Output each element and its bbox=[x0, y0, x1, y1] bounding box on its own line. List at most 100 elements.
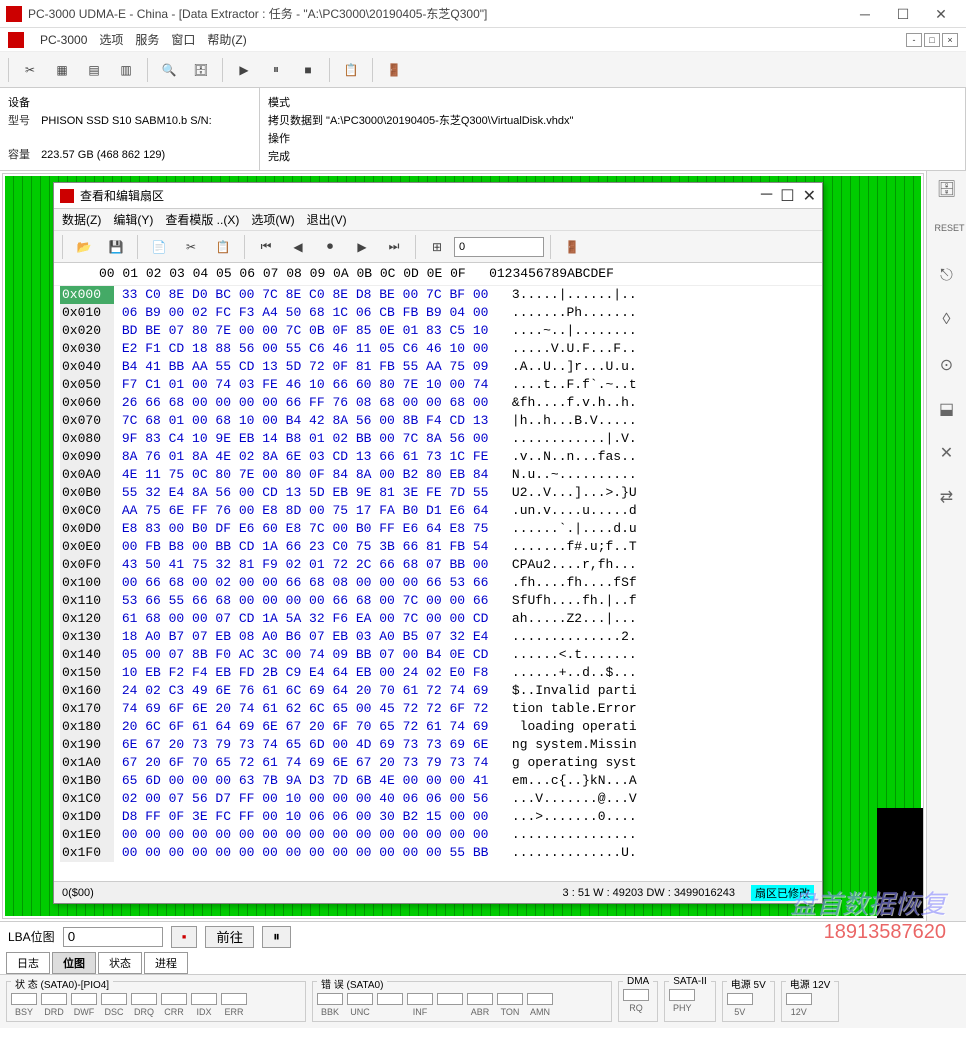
next-icon[interactable]: ▶ bbox=[347, 233, 377, 261]
hex-row[interactable]: 0x1A0 67 20 6F 70 65 72 61 74 69 6E 67 2… bbox=[54, 754, 822, 772]
tool-icon[interactable]: ✂ bbox=[15, 56, 45, 84]
mdi-max-icon[interactable]: □ bbox=[924, 33, 940, 47]
close-button[interactable]: ✕ bbox=[922, 2, 960, 26]
hex-row[interactable]: 0x170 74 69 6F 6E 20 74 61 62 6C 65 00 4… bbox=[54, 700, 822, 718]
sidebar-tool-icon[interactable]: ◊ bbox=[935, 311, 959, 335]
hex-goto-input[interactable] bbox=[454, 237, 544, 257]
menubar: PC-3000 选项 服务 窗口 帮助(Z) - □ × bbox=[0, 28, 966, 52]
hex-row[interactable]: 0x1B0 65 6D 00 00 00 63 7B 9A D3 7D 6B 4… bbox=[54, 772, 822, 790]
info-panel: 设备 型号 PHISON SSD S10 SABM10.b S/N: 容量 22… bbox=[0, 88, 966, 171]
first-icon[interactable]: ⏮ bbox=[251, 233, 281, 261]
mdi-min-icon[interactable]: - bbox=[906, 33, 922, 47]
sidebar-tool-icon[interactable]: ⇄ bbox=[935, 487, 959, 511]
copy-icon[interactable]: 📋 bbox=[336, 56, 366, 84]
hex-menu-options[interactable]: 选项(W) bbox=[251, 211, 294, 228]
rec-icon[interactable]: ⏺ bbox=[315, 233, 345, 261]
hex-close-button[interactable]: ✕ bbox=[803, 186, 816, 206]
open-icon[interactable]: 📂 bbox=[69, 233, 99, 261]
sidebar-tool-icon[interactable]: ⎋ bbox=[935, 267, 959, 291]
menu-options[interactable]: 选项 bbox=[99, 31, 123, 48]
hex-row[interactable]: 0x080 9F 83 C4 10 9E EB 14 B8 01 02 BB 0… bbox=[54, 430, 822, 448]
sidebar-tool-icon[interactable]: ⊙ bbox=[935, 355, 959, 379]
status-led: PHY bbox=[669, 989, 695, 1013]
hex-menu-data[interactable]: 数据(Z) bbox=[62, 211, 101, 228]
hex-minimize-button[interactable]: ─ bbox=[761, 186, 772, 206]
hex-row[interactable]: 0x050 F7 C1 01 00 74 03 FE 46 10 66 60 8… bbox=[54, 376, 822, 394]
copy-icon[interactable]: 📄 bbox=[144, 233, 174, 261]
hex-row[interactable]: 0x000 33 C0 8E D0 BC 00 7C 8E C0 8E D8 B… bbox=[54, 286, 822, 304]
minimize-button[interactable]: ─ bbox=[846, 2, 884, 26]
lba-pause-button[interactable]: ⏸ bbox=[262, 926, 291, 948]
pause-icon[interactable]: ⏸ bbox=[261, 56, 291, 84]
hex-row[interactable]: 0x140 05 00 07 8B F0 AC 3C 00 74 09 BB 0… bbox=[54, 646, 822, 664]
hex-row[interactable]: 0x0F0 43 50 41 75 32 81 F9 02 01 72 2C 6… bbox=[54, 556, 822, 574]
mdi-close-icon[interactable]: × bbox=[942, 33, 958, 47]
hex-menu-template[interactable]: 查看模版 ..(X) bbox=[165, 211, 239, 228]
prev-icon[interactable]: ◀ bbox=[283, 233, 313, 261]
tool-icon[interactable]: ▤ bbox=[79, 56, 109, 84]
last-icon[interactable]: ⏭ bbox=[379, 233, 409, 261]
menu-help[interactable]: 帮助(Z) bbox=[207, 31, 246, 48]
hex-menu-exit[interactable]: 退出(V) bbox=[307, 211, 347, 228]
hex-row[interactable]: 0x010 06 B9 00 02 FC F3 A4 50 68 1C 06 C… bbox=[54, 304, 822, 322]
hex-row[interactable]: 0x190 6E 67 20 73 79 73 74 65 6D 00 4D 6… bbox=[54, 736, 822, 754]
hex-row[interactable]: 0x0B0 55 32 E4 8A 56 00 CD 13 5D EB 9E 8… bbox=[54, 484, 822, 502]
tool-icon[interactable]: ▦ bbox=[47, 56, 77, 84]
hex-menubar: 数据(Z) 编辑(Y) 查看模版 ..(X) 选项(W) 退出(V) bbox=[54, 209, 822, 231]
lba-input[interactable] bbox=[63, 927, 163, 947]
sidebar-tool-icon[interactable]: ⬓ bbox=[935, 399, 959, 423]
hex-row[interactable]: 0x060 26 66 68 00 00 00 00 66 FF 76 08 6… bbox=[54, 394, 822, 412]
grid-icon[interactable]: ⊞ bbox=[422, 233, 452, 261]
maximize-button[interactable]: ☐ bbox=[884, 2, 922, 26]
sidebar-db-icon[interactable]: 🗄 bbox=[935, 179, 959, 203]
hex-row[interactable]: 0x180 20 6C 6F 61 64 69 6E 67 20 6F 70 6… bbox=[54, 718, 822, 736]
paste-icon[interactable]: 📋 bbox=[208, 233, 238, 261]
exit-icon[interactable]: 🚪 bbox=[557, 233, 587, 261]
menu-window[interactable]: 窗口 bbox=[171, 31, 195, 48]
save-icon[interactable]: 💾 bbox=[101, 233, 131, 261]
db-icon[interactable]: 🗄 bbox=[186, 56, 216, 84]
tool-icon[interactable]: ▥ bbox=[111, 56, 141, 84]
hex-row[interactable]: 0x0A0 4E 11 75 0C 80 7E 00 80 0F 84 8A 0… bbox=[54, 466, 822, 484]
lba-go-button[interactable]: 前往 bbox=[205, 926, 254, 948]
hex-maximize-button[interactable]: ☐ bbox=[780, 186, 794, 206]
tab-bitmap[interactable]: 位图 bbox=[52, 952, 96, 974]
hex-row[interactable]: 0x110 53 66 55 66 68 00 00 00 00 66 68 0… bbox=[54, 592, 822, 610]
hex-row[interactable]: 0x070 7C 68 01 00 68 10 00 B4 42 8A 56 0… bbox=[54, 412, 822, 430]
play-icon[interactable]: ▶ bbox=[229, 56, 259, 84]
device-header: 设备 bbox=[8, 94, 251, 110]
stop-icon[interactable]: ■ bbox=[293, 56, 323, 84]
exit-icon[interactable]: 🚪 bbox=[379, 56, 409, 84]
op-value: 完成 bbox=[268, 148, 957, 164]
hex-row[interactable]: 0x0C0 AA 75 6E FF 76 00 E8 8D 00 75 17 F… bbox=[54, 502, 822, 520]
find-icon[interactable]: 🔍 bbox=[154, 56, 184, 84]
hex-menu-edit[interactable]: 编辑(Y) bbox=[113, 211, 153, 228]
menu-services[interactable]: 服务 bbox=[135, 31, 159, 48]
hex-row[interactable]: 0x090 8A 76 01 8A 4E 02 8A 6E 03 CD 13 6… bbox=[54, 448, 822, 466]
hex-row[interactable]: 0x020 BD BE 07 80 7E 00 00 7C 0B 0F 85 0… bbox=[54, 322, 822, 340]
tab-status[interactable]: 状态 bbox=[98, 952, 142, 974]
lba-stop-button[interactable]: ▪ bbox=[171, 926, 198, 948]
hex-row[interactable]: 0x0D0 E8 83 00 B0 DF E6 60 E8 7C 00 B0 F… bbox=[54, 520, 822, 538]
hex-row[interactable]: 0x1C0 02 00 07 56 D7 FF 00 10 00 00 00 4… bbox=[54, 790, 822, 808]
hex-row[interactable]: 0x1F0 00 00 00 00 00 00 00 00 00 00 00 0… bbox=[54, 844, 822, 862]
hex-rows[interactable]: 0x000 33 C0 8E D0 BC 00 7C 8E C0 8E D8 B… bbox=[54, 286, 822, 862]
hex-row[interactable]: 0x1D0 D8 FF 0F 3E FC FF 00 10 06 06 00 3… bbox=[54, 808, 822, 826]
hex-row[interactable]: 0x030 E2 F1 CD 18 88 56 00 55 C6 46 11 0… bbox=[54, 340, 822, 358]
hex-row[interactable]: 0x130 18 A0 B7 07 EB 08 A0 B6 07 EB 03 A… bbox=[54, 628, 822, 646]
hex-row[interactable]: 0x120 61 68 00 00 07 CD 1A 5A 32 F6 EA 0… bbox=[54, 610, 822, 628]
cut-icon[interactable]: ✂ bbox=[176, 233, 206, 261]
hex-row[interactable]: 0x160 24 02 C3 49 6E 76 61 6C 69 64 20 7… bbox=[54, 682, 822, 700]
hex-row[interactable]: 0x040 B4 41 BB AA 55 CD 13 5D 72 0F 81 F… bbox=[54, 358, 822, 376]
sidebar-tool-icon[interactable]: ✕ bbox=[935, 443, 959, 467]
sector-map[interactable]: 查看和编辑扇区 ─ ☐ ✕ 数据(Z) 编辑(Y) 查看模版 ..(X) 选项(… bbox=[2, 173, 924, 919]
tab-log[interactable]: 日志 bbox=[6, 952, 50, 974]
hex-row[interactable]: 0x100 00 66 68 00 02 00 00 66 68 08 00 0… bbox=[54, 574, 822, 592]
tab-process[interactable]: 进程 bbox=[144, 952, 188, 974]
hex-row[interactable]: 0x150 10 EB F2 F4 EB FD 2B C9 E4 64 EB 0… bbox=[54, 664, 822, 682]
status-led: DSC bbox=[101, 993, 127, 1017]
sidebar-reset-icon[interactable]: RESET bbox=[935, 223, 959, 247]
hex-row[interactable]: 0x1E0 00 00 00 00 00 00 00 00 00 00 00 0… bbox=[54, 826, 822, 844]
hex-row[interactable]: 0x0E0 00 FB B8 00 BB CD 1A 66 23 C0 75 3… bbox=[54, 538, 822, 556]
lba-bar: LBA位图 ▪ 前往 ⏸ bbox=[0, 921, 966, 951]
